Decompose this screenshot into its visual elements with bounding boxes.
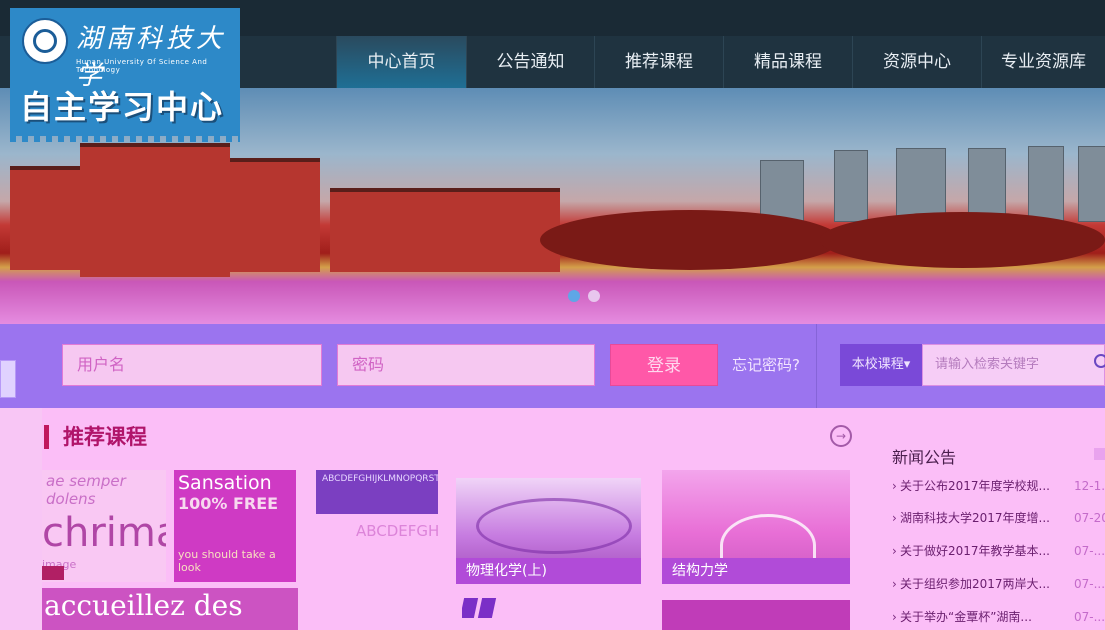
main-nav: 中心首页 公告通知 推荐课程 精品课程 资源中心 专业资源库 <box>336 36 1105 88</box>
news-item-date: 07-20 <box>1074 511 1105 525</box>
news-item[interactable]: › 关于做好2017年教学基本... 07-... <box>892 541 1105 561</box>
news-more-icon[interactable] <box>1094 448 1105 460</box>
course-thumbnail[interactable]: ABCDEFGHIJKLMNOPQRSTUVWXYZ <box>316 470 438 514</box>
news-item-text: 关于举办“金覃杯”湖南... <box>900 610 1032 624</box>
thumb-text: chrimae <box>42 510 166 556</box>
nav-item-quality-courses[interactable]: 精品课程 <box>723 36 852 88</box>
carousel-dot-1[interactable] <box>568 290 580 302</box>
tree-line <box>540 210 840 270</box>
news-item-date: 12-1... <box>1074 479 1105 493</box>
campus-building <box>330 188 560 272</box>
left-margin <box>0 408 42 630</box>
course-caption: 物理化学(上) <box>456 558 641 584</box>
tree-line <box>820 212 1105 268</box>
news-item[interactable]: ›湖南科技大学2017年度增... 07-20 <box>892 508 1105 528</box>
news-item[interactable]: › 关于举办“金覃杯”湖南... 07-... <box>892 607 1105 627</box>
course-thumbnail[interactable]: accueillez des amis <box>42 588 298 630</box>
city-tower <box>1078 146 1105 222</box>
course-thumbnail[interactable]: Sansation 100% FREE you should take a lo… <box>174 470 296 582</box>
city-tower <box>834 150 868 222</box>
section-title-recommended: 推荐课程 <box>44 425 147 449</box>
search-icon[interactable] <box>1094 354 1105 368</box>
username-input[interactable]: 用户名 <box>62 344 322 386</box>
thumb-badge <box>42 566 64 580</box>
campus-building <box>10 166 80 270</box>
chevron-right-icon: › <box>892 479 897 493</box>
university-name-en: Hunan University Of Science And Technolo… <box>76 58 208 74</box>
more-arrow-icon[interactable]: → <box>830 425 852 447</box>
bar-divider <box>816 324 817 408</box>
search-input[interactable]: 请输入检索关键字 <box>922 344 1105 386</box>
university-name-cn: 湖南科技大学 <box>76 24 227 91</box>
news-item-date: 07-... <box>1074 610 1105 624</box>
login-button[interactable]: 登录 <box>610 344 718 386</box>
news-item-date: 07-... <box>1074 544 1105 558</box>
chevron-right-icon: › <box>892 577 897 591</box>
course-thumbnail[interactable]: ae semper dolens chrimae image <box>42 470 166 582</box>
city-tower <box>896 148 946 222</box>
carousel-dots <box>568 290 600 302</box>
thumb-text: you should take a look <box>178 548 276 574</box>
login-search-bar: 用户名 密码 登录 忘记密码? 本校课程▾ 请输入检索关键字 <box>0 324 1105 408</box>
campus-building <box>230 158 320 272</box>
news-item[interactable]: › 关于组织参加2017两岸大... 07-... <box>892 574 1105 594</box>
password-input[interactable]: 密码 <box>337 344 595 386</box>
news-item-date: 07-... <box>1074 577 1105 591</box>
news-item-text: 关于公布2017年度学校规... <box>900 479 1050 493</box>
chevron-right-icon: › <box>892 610 897 624</box>
site-title: 自主学习中心 <box>20 88 225 126</box>
news-section-title: 新闻公告 <box>892 448 957 467</box>
campus-building <box>80 143 230 277</box>
news-item-text: 关于做好2017年教学基本... <box>900 544 1050 558</box>
left-edge-tab[interactable] <box>0 360 16 398</box>
forgot-password-link[interactable]: 忘记密码? <box>732 344 800 386</box>
course-caption: 结构力学 <box>662 558 850 584</box>
city-tower <box>1028 146 1064 222</box>
chevron-right-icon: › <box>892 544 897 558</box>
site-logo[interactable]: 湖南科技大学 Hunan University Of Science And T… <box>10 8 240 142</box>
course-card-physical-chemistry[interactable]: 物理化学(上) <box>456 478 641 584</box>
chemistry-illustration <box>476 498 632 554</box>
nav-item-recommended[interactable]: 推荐课程 <box>594 36 723 88</box>
carousel-dot-2[interactable] <box>588 290 600 302</box>
nav-item-home[interactable]: 中心首页 <box>336 36 466 88</box>
course-card-structural-mechanics[interactable]: 结构力学 <box>662 470 850 584</box>
thumb-text: Sansation <box>178 472 272 494</box>
city-tower <box>760 160 804 222</box>
main-content: 推荐课程 → ae semper dolens chrimae image Sa… <box>0 408 1105 630</box>
chevron-right-icon: › <box>892 511 897 525</box>
news-item[interactable]: ›关于公布2017年度学校规... 12-1... <box>892 476 1105 496</box>
university-seal-icon <box>22 18 68 64</box>
news-item-text: 关于组织参加2017两岸大... <box>900 577 1050 591</box>
course-thumbnail[interactable] <box>462 598 512 620</box>
thumb-text: 100% FREE <box>178 494 279 513</box>
nav-item-resources[interactable]: 资源中心 <box>852 36 981 88</box>
news-item-text: 湖南科技大学2017年度增... <box>900 511 1050 525</box>
search-scope-dropdown[interactable]: 本校课程▾ <box>840 344 922 386</box>
course-thumbnail[interactable]: ABCDEFGHI <box>316 514 438 584</box>
nav-item-major-library[interactable]: 专业资源库 <box>981 36 1105 88</box>
logo-zigzag-edge <box>10 134 240 142</box>
course-thumbnail[interactable] <box>662 600 850 630</box>
nav-item-notices[interactable]: 公告通知 <box>466 36 594 88</box>
city-tower <box>968 148 1006 222</box>
thumb-text: ae semper dolens <box>46 472 126 508</box>
